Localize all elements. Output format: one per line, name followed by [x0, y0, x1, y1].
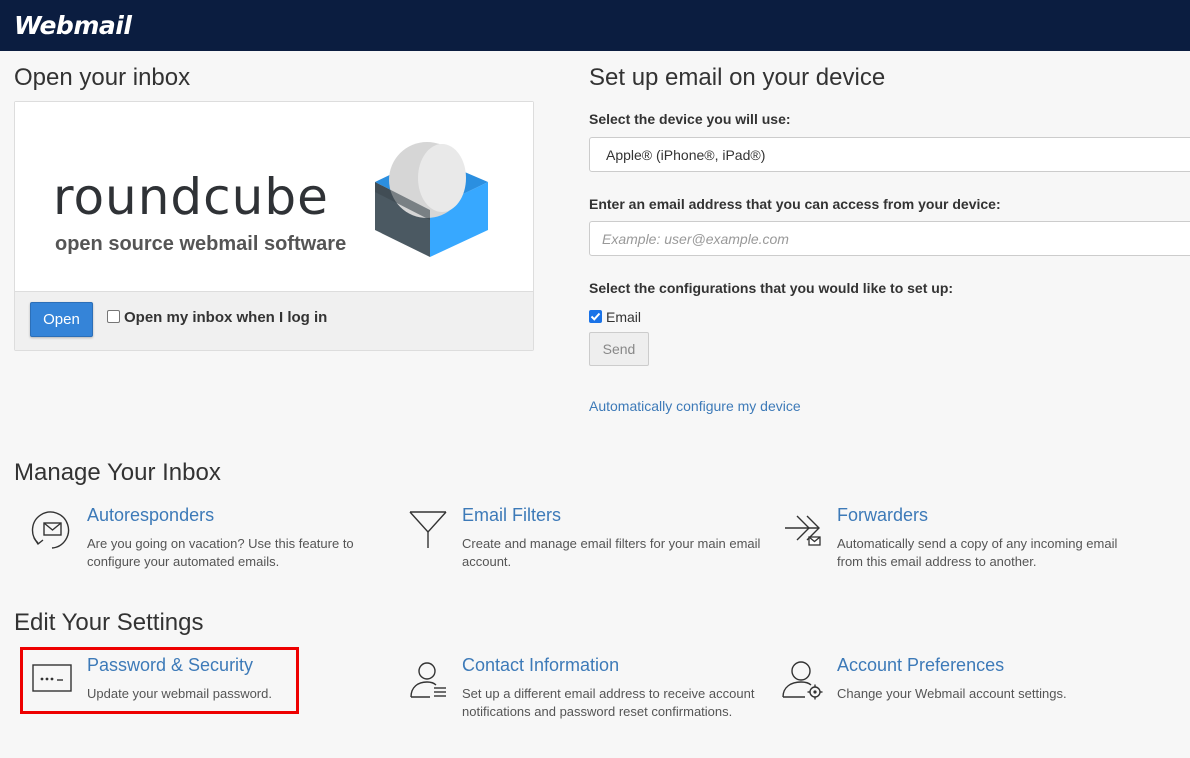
- email-config-checkbox[interactable]: [589, 310, 602, 323]
- account-preferences-icon: [782, 661, 823, 700]
- setup-heading: Set up email on your device: [589, 64, 886, 91]
- device-select[interactable]: Apple® (iPhone®, iPad®): [589, 137, 1190, 172]
- account-preferences-desc: Change your Webmail account settings.: [837, 686, 1067, 701]
- forwarder-icon: [785, 515, 821, 546]
- open-inbox-heading: Open your inbox: [14, 64, 191, 91]
- manage-inbox-heading: Manage Your Inbox: [14, 459, 221, 486]
- contact-icon: [410, 662, 446, 698]
- checkmark-icon: [590, 312, 601, 321]
- filter-icon: [409, 511, 447, 548]
- open-on-login-checkbox[interactable]: [107, 310, 120, 323]
- email-label: Enter an email address that you can acce…: [589, 196, 1001, 212]
- account-preferences-link[interactable]: Account Preferences: [837, 655, 1004, 676]
- contact-information-link[interactable]: Contact Information: [462, 655, 619, 676]
- roundcube-cube-icon: [375, 142, 488, 257]
- open-on-login-label[interactable]: Open my inbox when I log in: [124, 309, 327, 326]
- autoresponders-desc: Are you going on vacation? Use this feat…: [87, 536, 354, 569]
- autoresponders-link[interactable]: Autoresponders: [87, 505, 214, 526]
- password-security-highlight: [20, 647, 299, 714]
- roundcube-footer: Open Open my inbox when I log in: [15, 291, 533, 350]
- forwarders-desc: Automatically send a copy of any incomin…: [837, 536, 1118, 569]
- roundcube-panel: roundcube open source webmail software O…: [14, 101, 534, 351]
- device-email-input[interactable]: Example: user@example.com: [589, 221, 1190, 256]
- top-bar: Webmail: [0, 0, 1190, 51]
- roundcube-tagline: open source webmail software: [55, 233, 347, 255]
- config-label: Select the configurations that you would…: [589, 280, 954, 296]
- email-config-label[interactable]: Email: [606, 309, 641, 325]
- forwarders-link[interactable]: Forwarders: [837, 505, 928, 526]
- autoresponder-icon: [31, 511, 70, 549]
- contact-information-desc: Set up a different email address to rece…: [462, 686, 755, 719]
- roundcube-logo[interactable]: roundcube open source webmail software: [15, 102, 533, 291]
- email-filters-link[interactable]: Email Filters: [462, 505, 561, 526]
- webmail-logo[interactable]: Webmail: [14, 11, 132, 40]
- edit-settings-heading: Edit Your Settings: [14, 609, 204, 636]
- roundcube-wordmark: roundcube: [53, 168, 329, 226]
- device-label: Select the device you will use:: [589, 111, 791, 127]
- open-button[interactable]: Open: [30, 302, 93, 337]
- auto-configure-link[interactable]: Automatically configure my device: [589, 398, 801, 414]
- email-filters-desc: Create and manage email filters for your…: [462, 536, 761, 569]
- send-button[interactable]: Send: [589, 332, 649, 366]
